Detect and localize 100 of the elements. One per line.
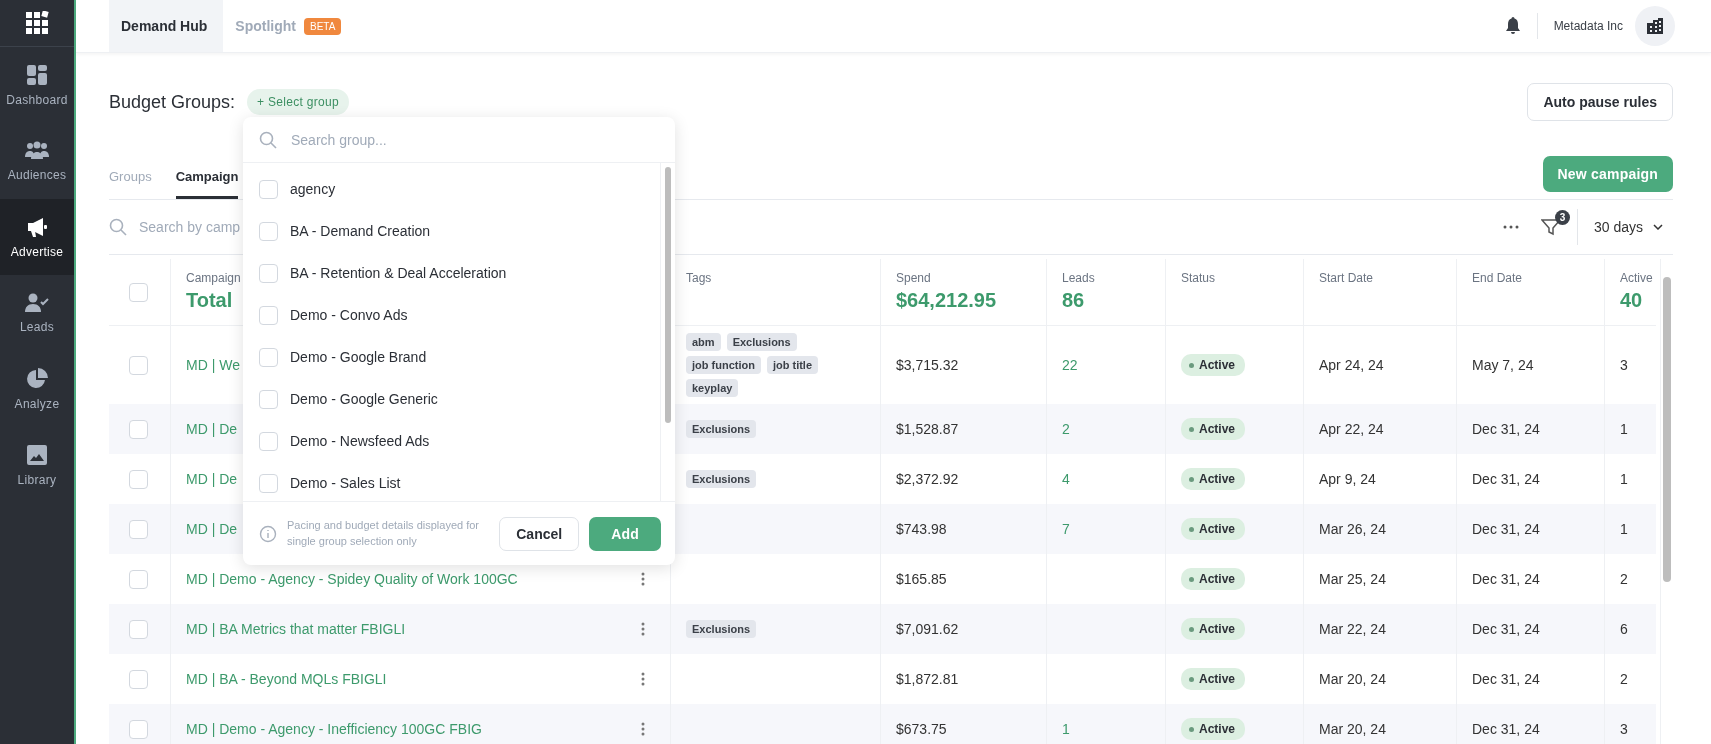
table-cell: $673.75 xyxy=(896,721,947,737)
search-icon xyxy=(109,218,127,236)
row-checkbox[interactable] xyxy=(129,519,148,539)
tag-chip: Exclusions xyxy=(686,420,757,438)
sidebar-item[interactable]: Analyze xyxy=(0,351,74,427)
date-range-dropdown[interactable]: 30 days xyxy=(1593,219,1673,235)
leads-count[interactable]: 22 xyxy=(1062,357,1078,373)
table-cell: Mar 26, 24 xyxy=(1319,521,1386,537)
option-checkbox[interactable] xyxy=(259,221,278,241)
person-check-icon xyxy=(25,292,49,313)
option-checkbox[interactable] xyxy=(259,263,278,283)
row-checkbox[interactable] xyxy=(129,669,148,689)
top-tab[interactable]: Demand Hub xyxy=(109,0,224,52)
account-name[interactable]: Metadata Inc xyxy=(1553,19,1623,33)
app-grid-icon[interactable] xyxy=(25,11,49,35)
campaign-name-link[interactable]: MD | De xyxy=(186,521,238,537)
scrollbar-thumb[interactable] xyxy=(665,167,671,423)
megaphone-icon xyxy=(26,215,48,238)
row-menu-icon[interactable] xyxy=(641,672,645,686)
select-all-checkbox[interactable] xyxy=(129,282,148,302)
table-cell: May 7, 24 xyxy=(1472,357,1534,373)
campaign-name-link[interactable]: MD | We xyxy=(186,357,240,373)
table-cell: Dec 31, 24 xyxy=(1472,671,1540,687)
table-cell: $1,528.87 xyxy=(896,421,959,437)
row-checkbox[interactable] xyxy=(129,569,148,589)
leads-count[interactable]: 4 xyxy=(1062,471,1070,487)
group-option[interactable]: Demo - Newsfeed Ads xyxy=(243,420,660,462)
sidebar-item[interactable]: Audiences xyxy=(0,123,74,199)
table-cell: Mar 20, 24 xyxy=(1319,671,1386,687)
table-cell: Apr 22, 24 xyxy=(1319,421,1384,437)
column-header: Spend xyxy=(896,271,931,285)
select-group-button[interactable]: + Select group xyxy=(247,89,349,115)
campaign-name-link[interactable]: MD | De xyxy=(186,421,238,437)
table-cell: 1 xyxy=(1620,521,1628,537)
beta-badge: BETA xyxy=(304,17,342,35)
option-checkbox[interactable] xyxy=(259,179,278,199)
group-option[interactable]: BA - Retention & Deal Acceleration xyxy=(243,252,660,294)
campaign-name-link[interactable]: MD | Demo - Agency - Inefficiency 100GC FBIG xyxy=(186,721,482,737)
group-option[interactable]: Demo - Google Brand xyxy=(243,336,660,378)
group-option[interactable]: agency xyxy=(243,168,660,210)
campaign-name-link[interactable]: MD | BA - Beyond MQLs FBIGLI xyxy=(186,671,387,687)
option-checkbox[interactable] xyxy=(259,305,278,325)
view-tab[interactable]: Campaign xyxy=(175,169,239,199)
group-option[interactable]: Demo - Convo Ads xyxy=(243,294,660,336)
option-label: Demo - Newsfeed Ads xyxy=(290,433,430,449)
campaign-name-link[interactable]: MD | Demo - Agency - Spidey Quality of Work 100GC xyxy=(186,571,518,587)
row-checkbox[interactable] xyxy=(129,419,148,439)
option-checkbox[interactable] xyxy=(259,347,278,367)
column-header: Campaign xyxy=(186,271,241,285)
campaign-name-link[interactable]: MD | De xyxy=(186,471,238,487)
table-cell: $2,372.92 xyxy=(896,471,959,487)
option-checkbox[interactable] xyxy=(259,473,278,493)
table-cell: Dec 31, 24 xyxy=(1472,471,1540,487)
sidebar-item[interactable]: Leads xyxy=(0,275,74,351)
sidebar-item[interactable]: Dashboard xyxy=(0,47,74,123)
table-cell: Dec 31, 24 xyxy=(1472,721,1540,737)
scrollbar-thumb[interactable] xyxy=(1663,277,1671,582)
tag-chip: job function xyxy=(686,356,761,374)
status-pill: Active xyxy=(1181,354,1246,376)
sidebar-item[interactable]: Library xyxy=(0,427,74,503)
group-option[interactable]: Demo - Google Generic xyxy=(243,378,660,420)
row-checkbox[interactable] xyxy=(129,355,148,375)
notification-bell-icon[interactable] xyxy=(1504,17,1521,35)
option-label: Demo - Google Brand xyxy=(290,349,427,365)
tag-chip: Exclusions xyxy=(686,470,757,488)
table-cell: $7,091.62 xyxy=(896,621,959,637)
more-icon[interactable] xyxy=(1502,225,1519,229)
info-note: Pacing and budget details displayed for single group selection only xyxy=(287,518,481,549)
sidebar-item[interactable]: Advertise xyxy=(0,199,74,275)
column-header: Tags xyxy=(686,271,712,285)
tag-chip: keyplay xyxy=(686,379,739,397)
table-cell: Mar 25, 24 xyxy=(1319,571,1386,587)
tag-chip: job title xyxy=(766,356,819,374)
column-header: Status xyxy=(1181,271,1216,285)
row-checkbox[interactable] xyxy=(129,619,148,639)
table-cell: Apr 24, 24 xyxy=(1319,357,1384,373)
row-menu-icon[interactable] xyxy=(641,622,645,636)
campaign-name-link[interactable]: MD | BA Metrics that matter FBIGLI xyxy=(186,621,406,637)
group-option[interactable]: Demo - Sales List xyxy=(243,462,660,501)
row-checkbox[interactable] xyxy=(129,719,148,739)
company-avatar[interactable] xyxy=(1635,6,1675,46)
column-total: 86 xyxy=(1062,289,1085,312)
row-menu-icon[interactable] xyxy=(641,722,645,736)
row-checkbox[interactable] xyxy=(129,469,148,489)
filter-count-badge: 3 xyxy=(1554,210,1570,225)
table-cell: $743.98 xyxy=(896,521,947,537)
option-checkbox[interactable] xyxy=(259,389,278,409)
leads-count[interactable]: 2 xyxy=(1062,421,1070,437)
table-cell: Mar 22, 24 xyxy=(1319,621,1386,637)
column-total: Total xyxy=(186,289,233,312)
auto-pause-rules-button[interactable]: Auto pause rules xyxy=(1527,83,1673,121)
status-pill: Active xyxy=(1181,668,1246,690)
table-cell: 3 xyxy=(1620,357,1628,373)
option-checkbox[interactable] xyxy=(259,431,278,451)
status-pill: Active xyxy=(1181,568,1246,590)
cancel-button[interactable]: Cancel xyxy=(499,516,580,551)
column-header: End Date xyxy=(1472,271,1523,285)
row-menu-icon[interactable] xyxy=(641,572,645,586)
table-cell: $3,715.32 xyxy=(896,357,959,373)
option-label: agency xyxy=(290,181,336,197)
